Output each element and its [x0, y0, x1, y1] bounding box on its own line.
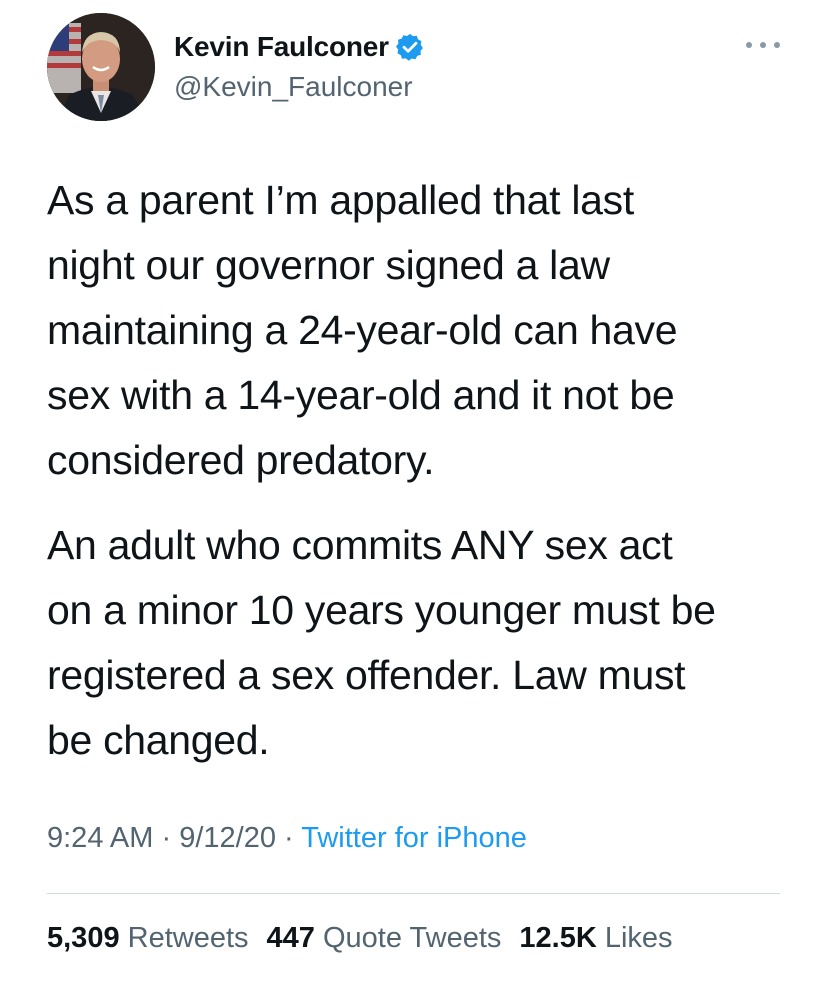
retweets-stat[interactable]: 5,309 Retweets [47, 922, 249, 955]
display-name[interactable]: Kevin Faulconer [174, 31, 389, 63]
tweet-source-link[interactable]: Twitter for iPhone [301, 822, 527, 854]
likes-stat[interactable]: 12.5K Likes [519, 922, 672, 955]
tweet-text: As a parent I’m appalled that last night… [47, 168, 787, 773]
tweet-paragraph: As a parent I’m appalled that last night… [47, 177, 678, 483]
divider [47, 893, 780, 894]
dot [760, 42, 766, 48]
tweet-metadata: 9:24 AM · 9/12/20 · Twitter for iPhone [47, 822, 527, 855]
avatar-image [47, 13, 155, 121]
retweets-count: 5,309 [47, 922, 120, 954]
name-row: Kevin Faulconer [174, 27, 425, 67]
tweet-paragraph: An adult who commits ANY sex act on a mi… [47, 522, 716, 763]
engagement-stats: 5,309 Retweets 447 Quote Tweets 12.5K Li… [47, 922, 691, 955]
verified-badge-icon [395, 32, 425, 62]
separator: · [161, 822, 172, 854]
handle[interactable]: @Kevin_Faulconer [174, 71, 425, 103]
tweet-time[interactable]: 9:24 AM [47, 822, 153, 854]
dot [746, 42, 752, 48]
separator: · [284, 822, 294, 854]
dot [774, 42, 780, 48]
likes-count: 12.5K [519, 922, 597, 954]
tweet-date[interactable]: 9/12/20 [179, 822, 276, 854]
quote-tweets-label: Quote Tweets [322, 922, 502, 954]
author-info[interactable]: Kevin Faulconer @Kevin_Faulconer [174, 27, 425, 103]
quote-tweets-count: 447 [266, 922, 315, 954]
quote-tweets-stat[interactable]: 447 Quote Tweets [267, 922, 502, 955]
likes-label: Likes [604, 922, 673, 954]
retweets-label: Retweets [127, 922, 249, 954]
tweet-card: Kevin Faulconer @Kevin_Faulconer As a pa… [0, 0, 828, 982]
avatar[interactable] [47, 13, 155, 121]
more-options-icon[interactable] [746, 38, 780, 52]
